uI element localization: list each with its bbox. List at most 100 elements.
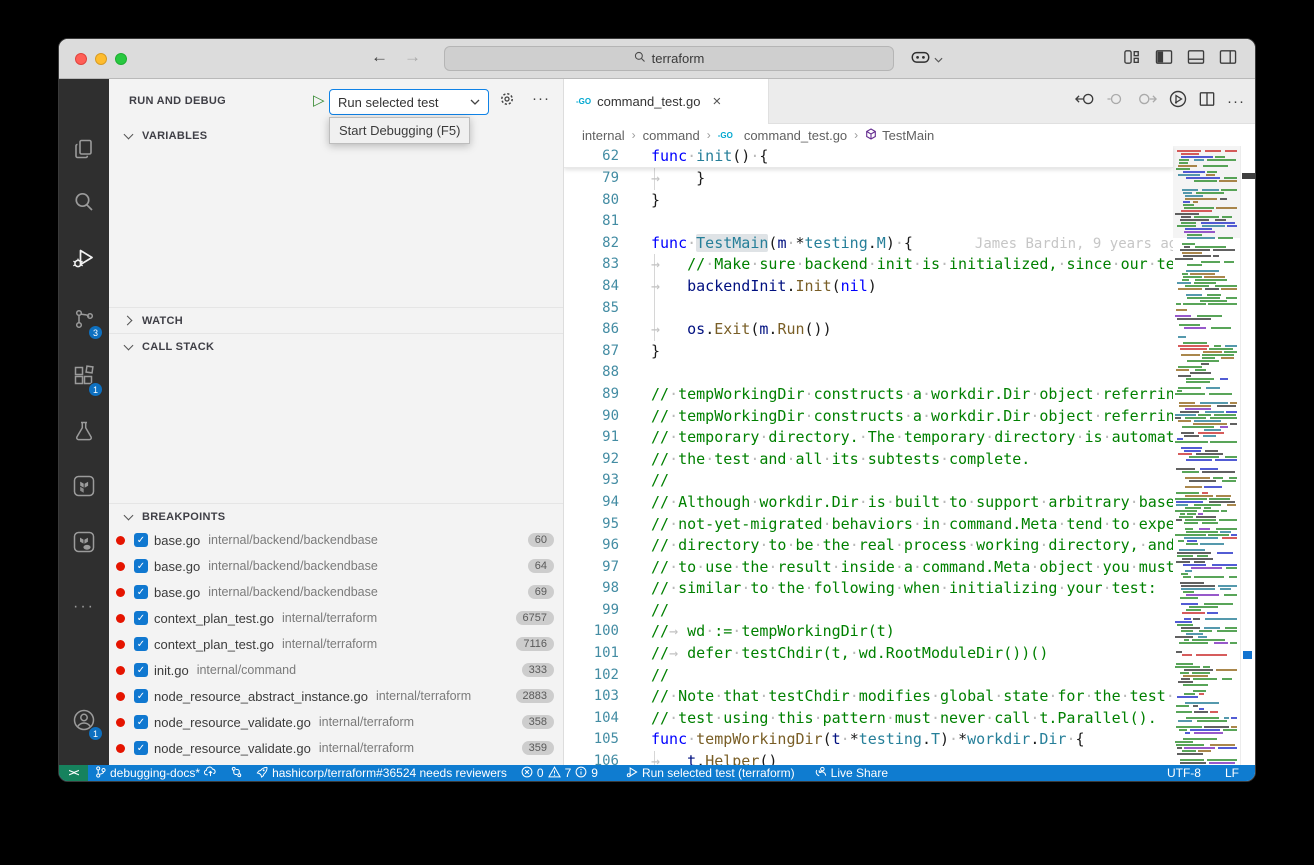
encoding-indicator[interactable]: UTF-8 <box>1155 766 1213 780</box>
line-number[interactable]: 96 <box>564 535 619 557</box>
line-number[interactable]: 90 <box>564 406 619 428</box>
line-number[interactable]: 86 <box>564 319 619 341</box>
breakpoint-row[interactable]: ✓base.gointernal/backend/backendbase60 <box>109 527 563 553</box>
code-line[interactable]: 82func·TestMain(m·*testing.M)·{James Bar… <box>564 233 1173 255</box>
live-share-item[interactable]: Live Share <box>808 766 895 781</box>
code-line[interactable]: 105func·tempWorkingDir(t·*testing.T)·*wo… <box>564 729 1173 751</box>
section-watch[interactable]: WATCH <box>109 307 563 333</box>
history-back-button[interactable]: ← <box>371 47 388 67</box>
line-number[interactable]: 84 <box>564 276 619 298</box>
line-number[interactable]: 103 <box>564 686 619 708</box>
line-number[interactable]: 92 <box>564 449 619 471</box>
activity-run-and-debug[interactable] <box>59 236 109 286</box>
git-compare-item[interactable] <box>224 766 249 781</box>
code-line[interactable]: 87} <box>564 341 1173 363</box>
zoom-window-button[interactable] <box>115 53 127 65</box>
code-line[interactable]: 81 <box>564 211 1173 233</box>
code-line[interactable]: 89//·tempWorkingDir·constructs·a·workdir… <box>564 384 1173 406</box>
line-number[interactable]: 91 <box>564 427 619 449</box>
breakpoint-checkbox[interactable]: ✓ <box>134 715 148 729</box>
code-line[interactable]: 99// <box>564 600 1173 622</box>
minimize-window-button[interactable] <box>95 53 107 65</box>
breadcrumb-symbol[interactable]: TestMain <box>882 128 934 143</box>
close-window-button[interactable] <box>75 53 87 65</box>
debug-views-more-icon[interactable]: ··· <box>532 90 550 107</box>
code-line[interactable]: 85 <box>564 298 1173 320</box>
code-line[interactable]: 104//·test·using·this·pattern·must·never… <box>564 708 1173 730</box>
split-editor-icon[interactable] <box>1199 91 1215 112</box>
code-line[interactable]: 79→ } <box>564 168 1173 190</box>
line-number[interactable]: 93 <box>564 470 619 492</box>
line-number[interactable]: 106 <box>564 751 619 765</box>
history-forward-button[interactable]: → <box>404 47 421 67</box>
line-number[interactable]: 87 <box>564 341 619 363</box>
code-editor[interactable]: 62func·init()·{ 79→ }80}8182func·TestMai… <box>564 146 1255 765</box>
breakpoint-row[interactable]: ✓base.gointernal/backend/backendbase69 <box>109 579 563 605</box>
nav-next-icon[interactable] <box>1137 91 1157 112</box>
line-number[interactable]: 104 <box>564 708 619 730</box>
line-number[interactable]: 88 <box>564 362 619 384</box>
code-line[interactable]: 98//·similar·to·the·following·when·initi… <box>564 578 1173 600</box>
line-number[interactable]: 102 <box>564 665 619 687</box>
breakpoint-checkbox[interactable]: ✓ <box>134 533 148 547</box>
line-number[interactable]: 89 <box>564 384 619 406</box>
activity-more[interactable]: ··· <box>59 582 109 632</box>
pull-request-item[interactable]: hashicorp/terraform#36524 needs reviewer… <box>249 766 514 781</box>
customize-layout-icon[interactable] <box>1123 49 1141 65</box>
start-debugging-button[interactable]: ▷ <box>313 91 325 109</box>
line-number[interactable]: 82 <box>564 233 619 255</box>
code-line[interactable]: 100//→ wd·:=·tempWorkingDir(t) <box>564 621 1173 643</box>
breakpoint-checkbox[interactable]: ✓ <box>134 663 148 677</box>
toggle-secondary-sidebar-icon[interactable] <box>1219 49 1237 65</box>
activity-explorer[interactable] <box>59 126 109 176</box>
breakpoint-row[interactable]: ✓init.gointernal/command333 <box>109 657 563 683</box>
activity-terraform[interactable] <box>59 463 109 513</box>
line-number[interactable]: 99 <box>564 600 619 622</box>
line-number[interactable]: 97 <box>564 557 619 579</box>
toggle-panel-icon[interactable] <box>1187 49 1205 65</box>
nav-back-icon[interactable] <box>1075 91 1095 112</box>
breakpoint-checkbox[interactable]: ✓ <box>134 559 148 573</box>
line-number[interactable]: 105 <box>564 729 619 751</box>
breakpoint-row[interactable]: ✓base.gointernal/backend/backendbase64 <box>109 553 563 579</box>
line-number[interactable]: 85 <box>564 298 619 320</box>
code-line[interactable]: 93// <box>564 470 1173 492</box>
eol-indicator[interactable]: LF <box>1213 766 1255 780</box>
code-line[interactable]: 95//·not-yet-migrated·behaviors·in·comma… <box>564 514 1173 536</box>
line-number[interactable]: 81 <box>564 211 619 233</box>
code-line[interactable]: 84→ backendInit.Init(nil) <box>564 276 1173 298</box>
breakpoint-checkbox[interactable]: ✓ <box>134 611 148 625</box>
activity-search[interactable] <box>59 179 109 229</box>
breakpoint-row[interactable]: ✓node_resource_abstract_instance.gointer… <box>109 683 563 709</box>
line-number[interactable]: 80 <box>564 190 619 212</box>
code-line[interactable]: 92//·the·test·and·all·its·subtests·compl… <box>564 449 1173 471</box>
run-task-item[interactable]: Run selected test (terraform) <box>619 766 802 781</box>
problems-item[interactable]: 0 7 9 <box>514 766 605 781</box>
code-line[interactable]: 83→ //·Make·sure·backend·init·is·initial… <box>564 254 1173 276</box>
breakpoint-checkbox[interactable]: ✓ <box>134 585 148 599</box>
code-line[interactable]: 96//·directory·to·be·the·real·process·wo… <box>564 535 1173 557</box>
section-call-stack[interactable]: CALL STACK <box>109 333 563 359</box>
breakpoint-row[interactable]: ✓context_plan_test.gointernal/terraform6… <box>109 605 563 631</box>
editor-actions-more-icon[interactable]: ··· <box>1227 93 1245 110</box>
code-line[interactable]: 103//·Note·that·testChdir·modifies·globa… <box>564 686 1173 708</box>
breakpoint-checkbox[interactable]: ✓ <box>134 741 148 755</box>
minimap[interactable] <box>1173 146 1240 765</box>
scrollbar[interactable] <box>1240 146 1255 765</box>
line-number[interactable]: 95 <box>564 514 619 536</box>
breadcrumb-file[interactable]: command_test.go <box>744 128 847 143</box>
breadcrumb-internal[interactable]: internal <box>582 128 625 143</box>
code-line[interactable]: 86→ os.Exit(m.Run()) <box>564 319 1173 341</box>
line-number[interactable]: 98 <box>564 578 619 600</box>
sticky-scroll-line[interactable]: 62func·init()·{ <box>564 146 1173 168</box>
code-line[interactable]: 102// <box>564 665 1173 687</box>
debug-configuration-dropdown[interactable]: Run selected test <box>329 89 489 115</box>
code-line[interactable]: 90//·tempWorkingDir·constructs·a·workdir… <box>564 406 1173 428</box>
code-line[interactable]: 80} <box>564 190 1173 212</box>
breadcrumb-command[interactable]: command <box>643 128 700 143</box>
line-number[interactable]: 62 <box>564 146 619 168</box>
line-number[interactable]: 79 <box>564 168 619 190</box>
breakpoint-row[interactable]: ✓context_plan_test.gointernal/terraform7… <box>109 631 563 657</box>
code-line[interactable]: 101//→ defer·testChdir(t,·wd.RootModuleD… <box>564 643 1173 665</box>
tab-command-test-go[interactable]: -GO command_test.go × <box>564 79 769 124</box>
